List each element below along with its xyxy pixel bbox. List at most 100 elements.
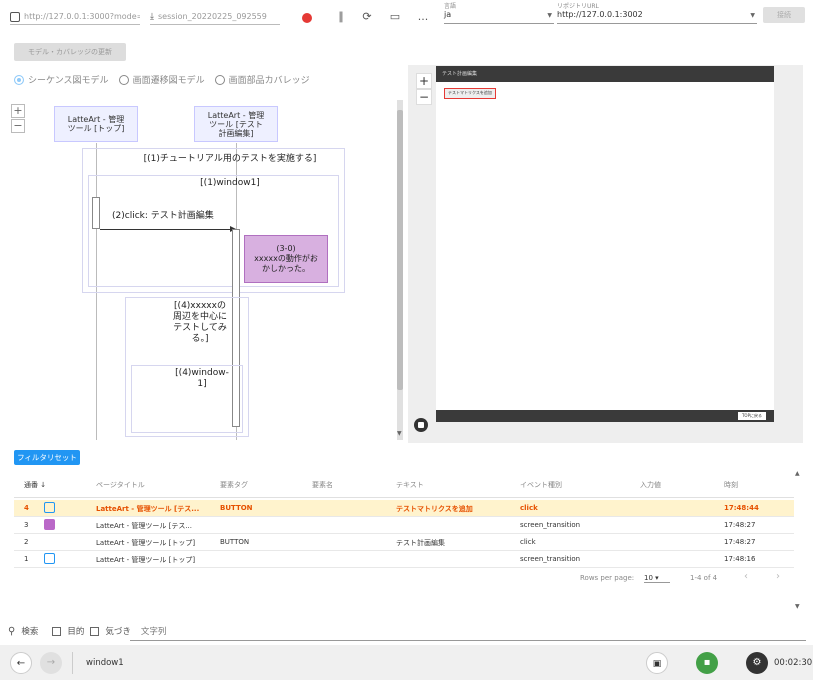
row-title: LatteArt - 管理ツール [トップ] [96, 539, 196, 547]
comment-icon: ▪ [703, 657, 711, 668]
column-header-input[interactable]: 入力値 [640, 480, 661, 490]
language-value: ja [444, 10, 452, 19]
column-header-tag[interactable]: 要素タグ [220, 480, 248, 490]
row-text: テスト計画編集 [396, 539, 445, 547]
row-time: 17:48:27 [724, 521, 756, 529]
row-title: LatteArt - 管理ツール [テス... [96, 505, 200, 513]
next-page-icon[interactable]: › [776, 571, 780, 582]
fragment-title-tutorial: [(1)チュートリアル用のテストを実施する] [143, 154, 317, 164]
rows-per-page-label: Rows per page: [580, 574, 635, 582]
connect-button[interactable]: 接続 [763, 7, 805, 23]
column-header-title[interactable]: ページタイトル [96, 480, 145, 490]
table-row[interactable]: 3 LatteArt - 管理ツール [テス... screen_transit… [14, 517, 794, 534]
repository-value: http://127.0.0.1:3002 [557, 10, 643, 19]
add-note-button[interactable]: ▪ [696, 652, 718, 674]
calendar-icon[interactable] [44, 502, 55, 513]
radio-sequence[interactable]: シーケンス図モデル [14, 73, 109, 86]
refresh-icon[interactable]: ⟳ [360, 10, 374, 24]
row-event: screen_transition [520, 555, 581, 563]
scroll-down-icon[interactable]: ▼ [397, 430, 402, 437]
row-time: 17:48:44 [724, 504, 759, 512]
download-icon[interactable]: ⤓ [150, 12, 154, 22]
repository-label: リポジトリURL [557, 3, 599, 10]
column-header-time[interactable]: 時刻 [724, 480, 738, 490]
divider [72, 652, 73, 674]
comment-icon[interactable] [44, 519, 55, 530]
settings-button[interactable]: ⚙ [746, 652, 768, 674]
more-button[interactable]: ... [416, 10, 430, 24]
operation-history-table: 通番 ↓ ページタイトル 要素タグ 要素名 テキスト イベント種別 入力値 時刻… [14, 470, 794, 600]
repository-select[interactable]: http://127.0.0.1:3002 ▼ [557, 10, 757, 24]
preview-top-button: TOPに戻る [738, 412, 766, 420]
search-bar: ⚲ 検索 目的 気づき 文字列 [8, 625, 167, 638]
activation-bar [92, 197, 100, 229]
prev-page-icon[interactable]: ‹ [744, 571, 748, 582]
message-arrow [100, 229, 232, 230]
row-seq: 2 [24, 538, 29, 546]
radio-screen-transition[interactable]: 画面遷移図モデル [118, 73, 205, 86]
folder-icon[interactable]: ▭ [388, 10, 402, 24]
screenshot-button[interactable]: ▣ [646, 652, 668, 674]
note-title: (3-0) [276, 244, 296, 253]
url-field[interactable]: http://127.0.0.1:3000?mode=ma [10, 9, 140, 25]
filter-reset-button[interactable]: フィルタリセット [14, 450, 80, 465]
language-label: 言語 [444, 3, 457, 10]
model-update-button[interactable]: モデル・カバレッジの更新 [14, 43, 126, 61]
chevron-down-icon: ▼ [547, 12, 552, 19]
radio-coverage[interactable]: 画面部品カバレッジ [214, 73, 310, 86]
row-time: 17:48:27 [724, 538, 756, 546]
column-header-name[interactable]: 要素名 [312, 480, 333, 490]
column-header-event[interactable]: イベント種別 [520, 480, 562, 490]
radio-selected-icon [14, 74, 24, 85]
preview-zoom-in-button[interactable]: + [416, 73, 432, 89]
preview-screen [436, 66, 774, 422]
row-event: screen_transition [520, 521, 581, 529]
column-header-text[interactable]: テキスト [396, 480, 424, 490]
diagram-zoom-out-button[interactable]: − [11, 119, 25, 133]
back-button[interactable]: ← [10, 652, 32, 674]
radio-label: シーケンス図モデル [28, 76, 109, 86]
pagination-range: 1-4 of 4 [690, 574, 718, 582]
row-event: click [520, 504, 538, 512]
row-seq: 3 [24, 521, 29, 529]
preview-footer [436, 410, 774, 422]
lifeline-header-plan-edit[interactable]: LatteArt - 管理 ツール [テスト 計画編集] [194, 106, 278, 142]
notice-checkbox[interactable] [90, 626, 100, 636]
scroll-down-icon[interactable]: ▼ [795, 603, 800, 610]
language-select[interactable]: ja ▼ [444, 10, 554, 24]
search-label: 検索 [21, 627, 39, 637]
search-string-input[interactable]: 文字列 [141, 625, 167, 637]
row-title: LatteArt - 管理ツール [トップ] [96, 556, 196, 564]
pause-button[interactable]: ∥ [334, 10, 348, 24]
search-underline [130, 640, 806, 641]
row-time: 17:48:16 [724, 555, 756, 563]
row-title: LatteArt - 管理ツール [テス... [96, 522, 193, 530]
fragment-title-surrounding-test: [(4)xxxxxの 周辺を中心に テストしてみ る。] [172, 301, 227, 344]
diagram-scrollbar-thumb[interactable] [397, 110, 403, 390]
calendar-icon[interactable] [44, 553, 55, 564]
table-row[interactable]: 1 LatteArt - 管理ツール [トップ] screen_transiti… [14, 551, 794, 568]
lifeline-header-top[interactable]: LatteArt - 管理 ツール [トップ] [54, 106, 138, 142]
diagram-zoom-in-button[interactable]: + [11, 104, 25, 118]
rows-per-page-select[interactable]: 10 ▾ [644, 574, 670, 583]
search-icon[interactable]: ⚲ [8, 626, 15, 637]
column-header-seq[interactable]: 通番 ↓ [24, 480, 46, 490]
purpose-checkbox[interactable] [52, 626, 62, 636]
open-url-icon[interactable] [10, 11, 20, 22]
row-tag: BUTTON [220, 504, 253, 512]
record-button[interactable] [302, 13, 312, 23]
preview-title-bar: テスト計画編集 [436, 66, 774, 82]
preview-zoom-out-button[interactable]: − [416, 89, 432, 105]
highlighted-element[interactable]: テストマトリクスを追加 [444, 88, 496, 99]
session-text: session_20220225_092559 [157, 12, 267, 21]
note-box[interactable]: (3-0) xxxxxの動作がお かしかった。 [244, 235, 328, 283]
note-text: xxxxxの動作がお かしかった。 [254, 254, 318, 273]
image-icon[interactable] [414, 418, 428, 432]
table-row[interactable]: 2 LatteArt - 管理ツール [トップ] BUTTON テスト計画編集 … [14, 534, 794, 551]
message-label: (2)click: テスト計画編集 [112, 211, 214, 221]
scroll-up-icon[interactable]: ▲ [795, 470, 800, 477]
forward-button[interactable]: → [40, 652, 62, 674]
radio-label: 画面部品カバレッジ [228, 76, 310, 86]
session-field[interactable]: ⤓ session_20220225_092559 [150, 9, 280, 25]
table-row[interactable]: 4 LatteArt - 管理ツール [テス... BUTTON テストマトリク… [14, 500, 794, 517]
